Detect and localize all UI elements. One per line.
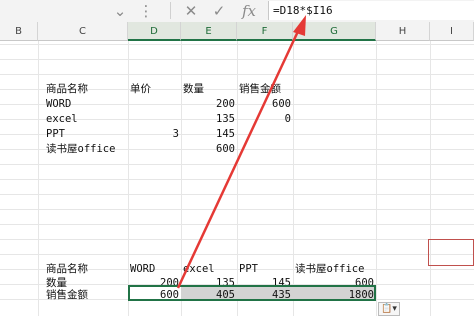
annotation-arrow [176,15,306,289]
arrow-head [293,15,306,36]
arrow-line [176,26,302,289]
